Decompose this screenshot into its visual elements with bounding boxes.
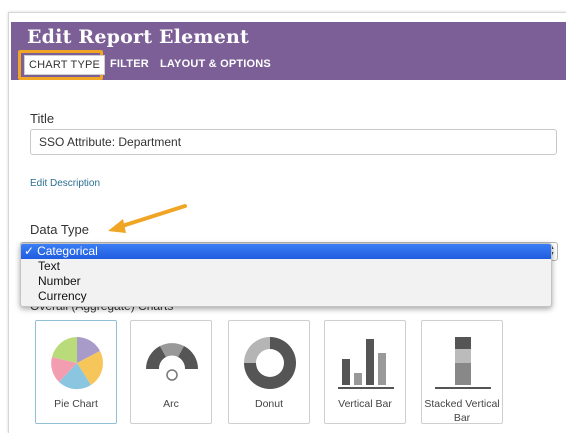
chart-option-donut[interactable]: Donut	[228, 320, 310, 424]
chart-option-vertical-bar[interactable]: Vertical Bar	[324, 320, 406, 424]
dropdown-option-text[interactable]: Text	[21, 259, 551, 274]
chart-option-label: Arc	[163, 398, 179, 410]
chart-option-arc[interactable]: Arc	[130, 320, 212, 424]
donut-chart-icon	[244, 337, 296, 389]
chart-option-stacked-vertical-bar[interactable]: Stacked Vertical Bar	[421, 320, 503, 424]
option-label: Categorical	[37, 244, 98, 258]
chart-option-label: Pie Chart	[54, 398, 98, 410]
arc-chart-icon	[146, 343, 198, 381]
chart-option-label: Stacked Vertical Bar	[424, 398, 500, 424]
chart-option-pie[interactable]: Pie Chart	[35, 320, 117, 424]
data-type-dropdown[interactable]: ✓ Categorical Text Number Currency	[20, 243, 552, 307]
stacked-bar-icon	[435, 337, 491, 389]
chart-option-label: Vertical Bar	[338, 398, 392, 410]
checkmark-icon: ✓	[24, 244, 35, 258]
dropdown-option-currency[interactable]: Currency	[21, 289, 551, 304]
title-input[interactable]	[30, 129, 557, 155]
dropdown-option-number[interactable]: Number	[21, 274, 551, 289]
chart-option-label: Donut	[254, 398, 284, 410]
tab-layout-options[interactable]: LAYOUT & OPTIONS	[160, 58, 271, 70]
title-label: Title	[30, 111, 55, 126]
edit-description-link[interactable]: Edit Description	[30, 178, 100, 189]
data-type-label: Data Type	[30, 222, 90, 237]
annotation-arrow-icon	[108, 204, 187, 233]
vertical-bar-icon	[338, 339, 394, 389]
tab-filter[interactable]: FILTER	[110, 58, 149, 70]
dropdown-option-categorical[interactable]: ✓ Categorical	[21, 244, 551, 259]
tab-chart-type[interactable]: CHART TYPE	[24, 55, 106, 75]
modal-title: Edit Report Element	[27, 26, 249, 48]
pie-chart-icon	[51, 337, 103, 390]
